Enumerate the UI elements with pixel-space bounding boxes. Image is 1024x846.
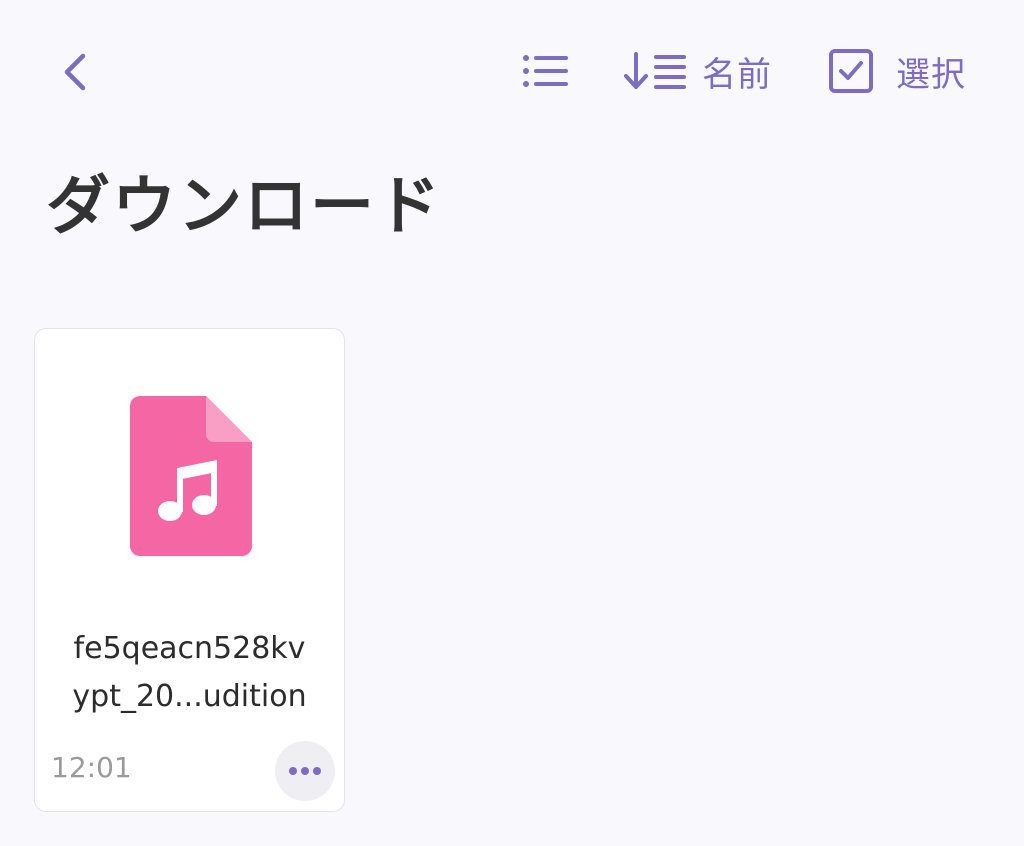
select-button[interactable]: 選択 (828, 47, 966, 96)
file-name: fe5qeacn528kv ypt_20...udition (35, 625, 344, 721)
more-options-button[interactable] (275, 741, 335, 801)
back-button[interactable] (50, 44, 100, 100)
more-horizontal-icon (289, 767, 321, 775)
file-card[interactable]: fe5qeacn528kv ypt_20...udition 12:01 (34, 328, 345, 812)
checkbox-checked-icon (829, 49, 873, 93)
chevron-left-icon (64, 53, 86, 91)
toolbar: 名前 選択 (522, 42, 966, 100)
sort-label: 名前 (702, 54, 772, 95)
view-toggle-button[interactable] (522, 53, 568, 89)
sort-button[interactable]: 名前 (624, 47, 772, 96)
file-name-line-1: fe5qeacn528kv (73, 631, 306, 666)
list-icon (523, 55, 568, 87)
page-title: ダウンロード (46, 170, 442, 244)
sort-descending-icon (624, 52, 686, 89)
downloads-screen: 名前 選択 ダウンロード fe5qeacn528kv ypt_20...udit… (0, 0, 1024, 846)
audio-file-icon (130, 396, 252, 556)
select-label: 選択 (896, 54, 966, 95)
file-name-line-2: ypt_20...udition (72, 679, 307, 714)
file-time: 12:01 (51, 751, 132, 784)
